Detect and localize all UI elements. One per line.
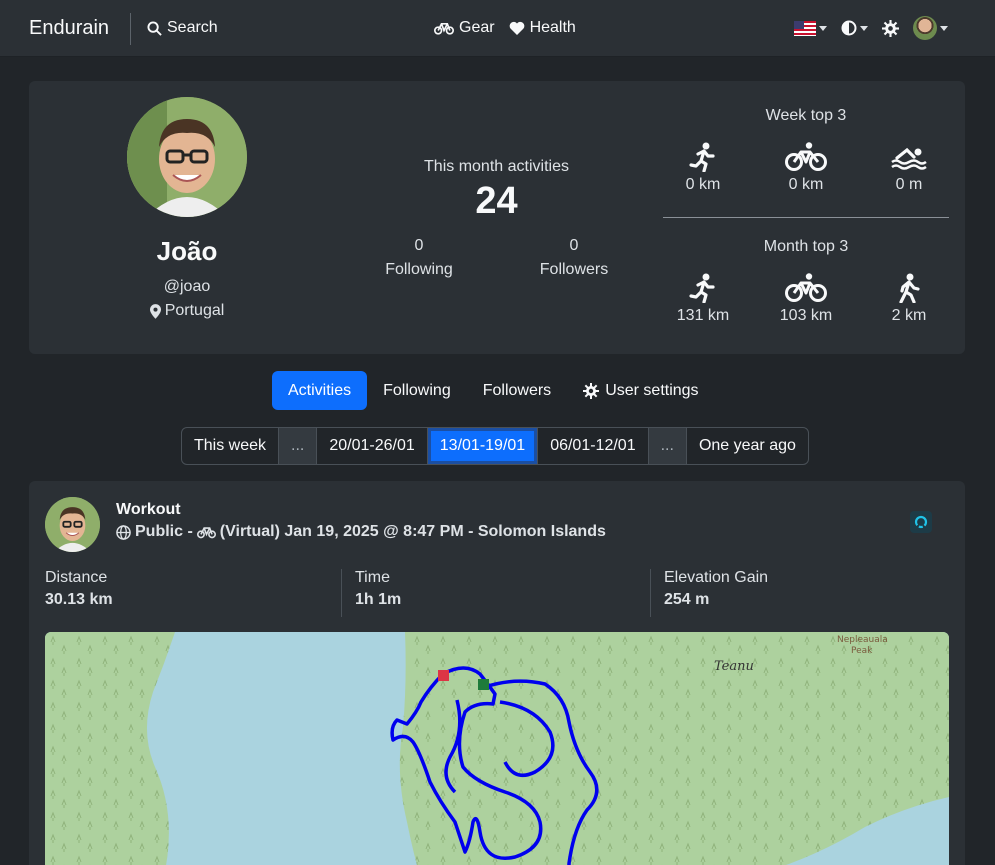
- pager-this-week[interactable]: This week: [182, 428, 280, 464]
- bike-icon: [434, 23, 454, 35]
- metric-distance: Distance 30.13 km: [45, 569, 113, 608]
- theme-dropdown[interactable]: [841, 20, 868, 36]
- bike-icon: [785, 142, 827, 171]
- tab-following[interactable]: Following: [367, 371, 467, 410]
- map-pin-icon: [149, 303, 161, 319]
- profile-name: João: [156, 236, 218, 266]
- metric-elevation: Elevation Gain 254 m: [664, 569, 769, 608]
- activity-title[interactable]: Workout: [116, 501, 181, 519]
- walk-icon: [899, 273, 920, 303]
- pager-one-year-ago[interactable]: One year ago: [687, 428, 808, 464]
- navbar-divider: [130, 13, 131, 45]
- swim-icon: [891, 147, 927, 170]
- language-dropdown[interactable]: [794, 20, 827, 36]
- following-count: 0: [414, 237, 424, 254]
- navbar: Endurain Search Gear Health: [0, 0, 995, 57]
- profile-avatar: [127, 97, 247, 217]
- health-link[interactable]: Health: [509, 19, 576, 37]
- metric-divider: [341, 569, 342, 617]
- month-activities-label: This month activities: [424, 158, 569, 175]
- profile-tabs: Activities Following Followers User sett…: [272, 371, 715, 410]
- pager-week-active[interactable]: 13/01-19/01: [427, 428, 539, 464]
- week-top-item: 0 m: [869, 141, 949, 194]
- pager-ellipsis: ...: [648, 428, 687, 464]
- gear-label: Gear: [459, 19, 495, 36]
- tab-followers[interactable]: Followers: [467, 371, 567, 410]
- bike-icon: [785, 273, 827, 302]
- tab-activities[interactable]: Activities: [272, 371, 368, 410]
- chevron-down-icon: [819, 25, 827, 31]
- month-top-item: 131 km: [663, 272, 743, 325]
- week-top-title: Week top 3: [765, 107, 847, 124]
- gear-icon: [583, 382, 600, 399]
- location-text: Portugal: [164, 302, 225, 319]
- following-label: Following: [385, 261, 453, 278]
- gear-link[interactable]: Gear: [434, 19, 495, 37]
- week-top-item: 0 km: [766, 141, 846, 194]
- pager-ellipsis: ...: [279, 428, 318, 464]
- activity-visibility: Public -: [135, 523, 193, 540]
- avatar: [913, 16, 937, 40]
- pager-week[interactable]: 06/01-12/01: [538, 428, 649, 464]
- search-label: Search: [167, 19, 218, 36]
- chevron-down-icon: [860, 25, 868, 31]
- map-peak-label: Nepleauala: [837, 635, 888, 645]
- activity-subtitle: Public - (Virtual) Jan 19, 2025 @ 8:47 P…: [116, 523, 606, 541]
- user-menu-dropdown[interactable]: [913, 16, 948, 40]
- week-pager: This week ... 20/01-26/01 13/01-19/01 06…: [181, 427, 809, 465]
- map-peak-label-2: Peak: [851, 646, 873, 656]
- settings-button[interactable]: [882, 19, 899, 37]
- tab-user-settings-label: User settings: [605, 382, 699, 399]
- us-flag-icon: [794, 20, 816, 36]
- metric-time: Time 1h 1m: [355, 569, 402, 608]
- chevron-down-icon: [940, 25, 948, 31]
- gear-icon: [882, 19, 899, 37]
- month-top-title: Month top 3: [763, 238, 849, 255]
- month-top-item: 2 km: [869, 272, 949, 325]
- search-icon: [147, 20, 162, 36]
- month-top-item: 103 km: [766, 272, 846, 325]
- activity-details: (Virtual) Jan 19, 2025 @ 8:47 PM - Solom…: [219, 523, 606, 540]
- run-icon: [689, 142, 715, 172]
- followers-label: Followers: [539, 261, 609, 278]
- avatar[interactable]: [45, 497, 100, 552]
- route-start-marker: [478, 679, 489, 690]
- profile-location: Portugal: [29, 302, 345, 320]
- activity-map[interactable]: Teanu Nepleauala Peak: [45, 632, 949, 865]
- contrast-icon: [841, 20, 857, 36]
- sync-source-icon[interactable]: [910, 511, 932, 533]
- map-town-label: Teanu: [714, 659, 754, 674]
- search-link[interactable]: Search: [147, 19, 218, 37]
- month-activities-count: 24: [475, 180, 518, 222]
- profile-card: João @joao Portugal This month activitie…: [29, 81, 965, 354]
- brand-logo[interactable]: Endurain: [29, 17, 109, 40]
- followers-count: 0: [569, 237, 579, 254]
- run-icon: [689, 273, 715, 303]
- week-top-item: 0 km: [663, 141, 743, 194]
- bike-icon: [196, 527, 216, 539]
- metric-divider: [650, 569, 651, 617]
- profile-handle: @joao: [163, 278, 211, 295]
- activity-card: Workout Public - (Virtual) Jan 19, 2025 …: [29, 481, 965, 865]
- heart-icon: [509, 21, 524, 35]
- tab-user-settings[interactable]: User settings: [567, 371, 714, 410]
- health-label: Health: [529, 19, 576, 36]
- globe-icon: [116, 524, 131, 540]
- top-divider: [663, 217, 949, 218]
- route-end-marker: [438, 670, 449, 681]
- pager-week[interactable]: 20/01-26/01: [317, 428, 428, 464]
